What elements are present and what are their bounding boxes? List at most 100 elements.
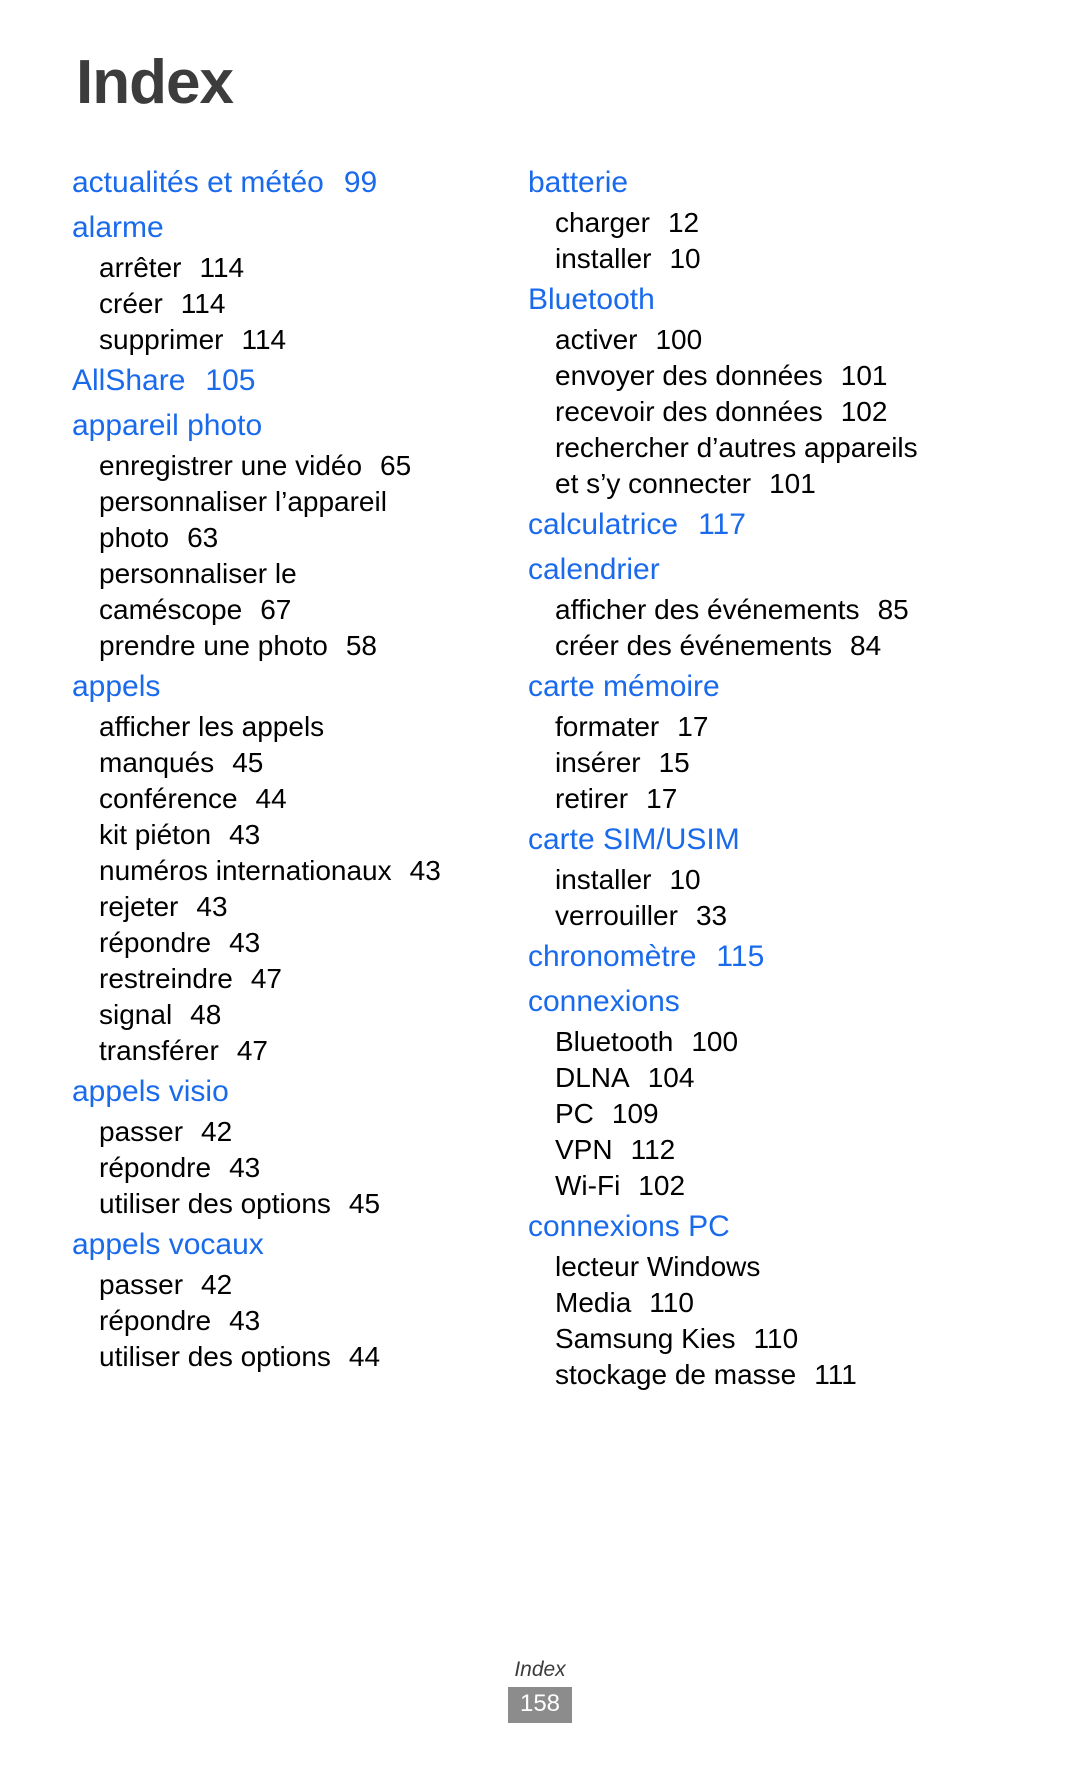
index-subentry[interactable]: utiliser des options 45 — [72, 1186, 490, 1222]
index-subentry-page-number: 43 — [196, 891, 228, 922]
index-subentry[interactable]: Samsung Kies 110 — [528, 1321, 1060, 1357]
index-entry-group: appels visio passer 42 répondre 43 utiliser d… — [72, 1069, 490, 1222]
index-subentry[interactable]: recevoir des données 102 — [528, 394, 1060, 430]
index-subentry[interactable]: kit piéton 43 — [72, 817, 490, 853]
index-heading-label: actualités et météo — [72, 166, 324, 199]
index-subentry[interactable]: répondre 43 — [72, 925, 490, 961]
index-subentry[interactable]: envoyer des données 101 — [528, 358, 1060, 394]
index-heading[interactable]: calendrier — [528, 547, 1060, 592]
index-subentry[interactable]: transférer 47 — [72, 1033, 490, 1069]
left-column: actualités et météo 99 alarme arrêter 114 cré… — [0, 160, 500, 1375]
index-subentry[interactable]: formater 17 — [528, 709, 1060, 745]
index-heading-page-number: 117 — [698, 508, 746, 541]
index-heading[interactable]: carte mémoire — [528, 664, 1060, 709]
index-subentry[interactable]: caméscope 67 — [72, 592, 490, 628]
index-subentry-label: personnaliser le — [99, 558, 297, 589]
index-subentry[interactable]: et s’y connecter 101 — [528, 466, 1060, 502]
index-subentry-label: PC — [555, 1098, 594, 1129]
index-subentry[interactable]: numéros internationaux 43 — [72, 853, 490, 889]
index-subentry-page-number: 43 — [229, 1305, 261, 1336]
index-subentry-label: photo — [99, 522, 170, 553]
index-subentry-page-number: 10 — [669, 864, 701, 895]
index-subentry[interactable]: Bluetooth 100 — [528, 1024, 1060, 1060]
index-subentry-page-number: 104 — [647, 1062, 695, 1093]
index-subentry[interactable]: insérer 15 — [528, 745, 1060, 781]
page-title: Index — [76, 48, 234, 117]
index-subentry[interactable]: Media 110 — [528, 1285, 1060, 1321]
index-subentry[interactable]: afficher les appels — [72, 709, 490, 745]
index-subentry[interactable]: arrêter 114 — [72, 250, 490, 286]
index-subentry[interactable]: rechercher d’autres appareils — [528, 430, 1060, 466]
page-footer: Index 158 — [0, 1657, 1080, 1723]
index-subentry[interactable]: passer 42 — [72, 1114, 490, 1150]
index-subentry[interactable]: créer 114 — [72, 286, 490, 322]
index-heading[interactable]: alarme — [72, 205, 490, 250]
index-heading-label: appels vocaux — [72, 1228, 264, 1261]
index-subentry[interactable]: DLNA 104 — [528, 1060, 1060, 1096]
index-subentry-page-number: 43 — [229, 819, 261, 850]
index-subentry-page-number: 100 — [655, 324, 703, 355]
index-heading[interactable]: appels visio — [72, 1069, 490, 1114]
index-heading[interactable]: appels vocaux — [72, 1222, 490, 1267]
index-subentry[interactable]: PC 109 — [528, 1096, 1060, 1132]
index-subentry-label: enregistrer une vidéo — [99, 450, 363, 481]
index-subentry[interactable]: conférence 44 — [72, 781, 490, 817]
index-heading[interactable]: connexions PC — [528, 1204, 1060, 1249]
index-heading-label: calendrier — [528, 553, 660, 586]
index-heading[interactable]: connexions — [528, 979, 1060, 1024]
index-subentry-label: numéros internationaux — [99, 855, 392, 886]
index-subentry[interactable]: rejeter 43 — [72, 889, 490, 925]
index-heading[interactable]: AllShare 105 — [72, 358, 490, 403]
index-subentry[interactable]: manqués 45 — [72, 745, 490, 781]
index-subentry-page-number: 65 — [380, 450, 412, 481]
index-heading[interactable]: chronomètre 115 — [528, 934, 1060, 979]
index-subentry[interactable]: retirer 17 — [528, 781, 1060, 817]
index-entry-group: AllShare 105 — [72, 358, 490, 403]
index-subentry[interactable]: restreindre 47 — [72, 961, 490, 997]
index-subentry[interactable]: activer 100 — [528, 322, 1060, 358]
index-subentry-page-number: 111 — [814, 1359, 857, 1390]
index-subentry[interactable]: lecteur Windows — [528, 1249, 1060, 1285]
index-subentry-label: Wi-Fi — [555, 1170, 621, 1201]
index-entry-group: appareil photo enregistrer une vidéo 65 per… — [72, 403, 490, 664]
index-heading[interactable]: appels — [72, 664, 490, 709]
index-subentry-page-number: 43 — [229, 927, 261, 958]
index-heading[interactable]: Bluetooth — [528, 277, 1060, 322]
index-subentry-page-number: 67 — [260, 594, 292, 625]
index-heading[interactable]: actualités et météo 99 — [72, 160, 490, 205]
index-subentry[interactable]: répondre 43 — [72, 1150, 490, 1186]
index-subentry-label: signal — [99, 999, 173, 1030]
index-heading[interactable]: batterie — [528, 160, 1060, 205]
index-subentry[interactable]: personnaliser l’appareil — [72, 484, 490, 520]
index-entry-group: calendrier afficher des événements 85 créer… — [528, 547, 1060, 664]
index-subentry[interactable]: afficher des événements 85 — [528, 592, 1060, 628]
index-subentry[interactable]: Wi-Fi 102 — [528, 1168, 1060, 1204]
index-subentry[interactable]: personnaliser le — [72, 556, 490, 592]
index-subentry[interactable]: répondre 43 — [72, 1303, 490, 1339]
index-heading-label: connexions PC — [528, 1210, 730, 1243]
index-subentry[interactable]: stockage de masse 111 — [528, 1357, 1060, 1393]
index-heading[interactable]: calculatrice 117 — [528, 502, 1060, 547]
index-subentry[interactable]: enregistrer une vidéo 65 — [72, 448, 490, 484]
index-subentry[interactable]: créer des événements 84 — [528, 628, 1060, 664]
index-subentry-page-number: 114 — [241, 324, 287, 355]
index-subentry[interactable]: photo 63 — [72, 520, 490, 556]
index-heading-label: carte mémoire — [528, 670, 720, 703]
index-subentry[interactable]: charger 12 — [528, 205, 1060, 241]
index-subentry[interactable]: passer 42 — [72, 1267, 490, 1303]
index-subentry-label: DLNA — [555, 1062, 630, 1093]
index-subentry-label: utiliser des options — [99, 1188, 331, 1219]
index-subentry[interactable]: utiliser des options 44 — [72, 1339, 490, 1375]
index-subentry[interactable]: supprimer 114 — [72, 322, 490, 358]
index-heading[interactable]: carte SIM/USIM — [528, 817, 1060, 862]
index-entry-group: appels afficher les appels manqués 45 confér… — [72, 664, 490, 1069]
index-subentry[interactable]: prendre une photo 58 — [72, 628, 490, 664]
index-subentry[interactable]: VPN 112 — [528, 1132, 1060, 1168]
index-subentry[interactable]: verrouiller 33 — [528, 898, 1060, 934]
index-heading[interactable]: appareil photo — [72, 403, 490, 448]
index-subentry[interactable]: installer 10 — [528, 241, 1060, 277]
index-subentry[interactable]: signal 48 — [72, 997, 490, 1033]
index-subentry[interactable]: installer 10 — [528, 862, 1060, 898]
right-column: batterie charger 12 installer 10 Bluetooth act… — [500, 160, 1080, 1393]
index-subentry-label: personnaliser l’appareil — [99, 486, 387, 517]
